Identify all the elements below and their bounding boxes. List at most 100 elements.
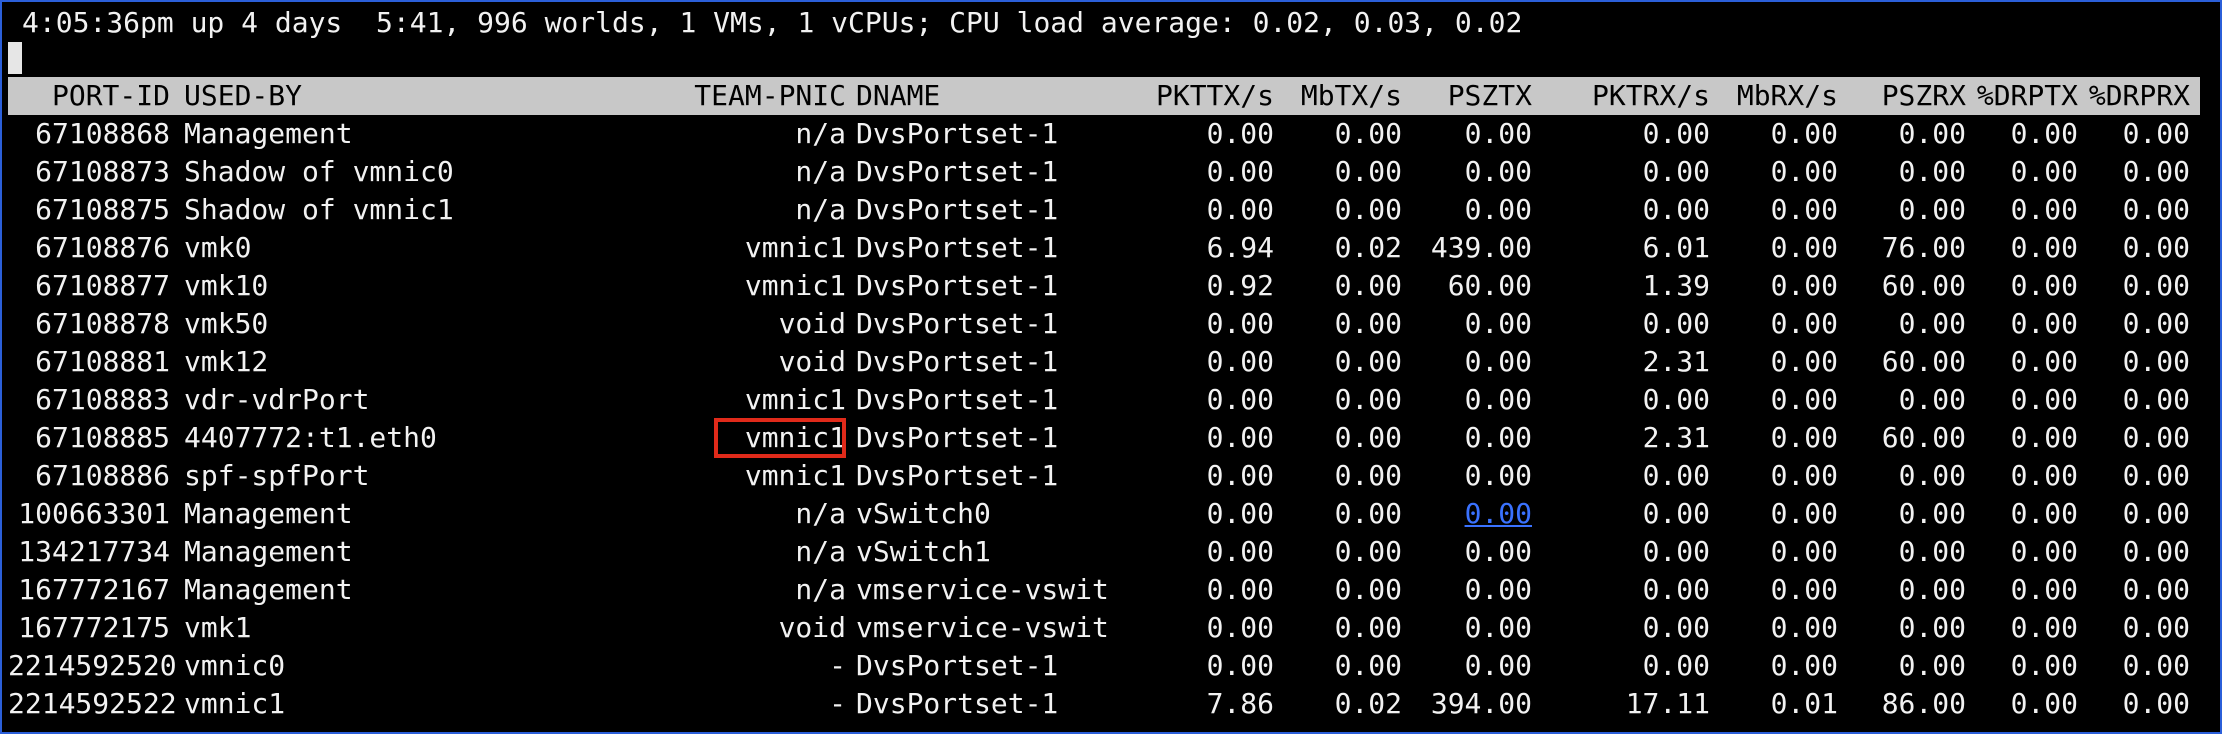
drptx-cell: 0.00 [2010, 535, 2078, 568]
used-by-cell: spf-spfPort [184, 459, 370, 492]
drptx-cell: 0.00 [2010, 573, 2078, 606]
pkttx-cell: 0.00 [1206, 611, 1274, 644]
pktrx-cell: 0.00 [1642, 307, 1710, 340]
pkttx-cell: 0.00 [1206, 573, 1274, 606]
pszrx-cell: 86.00 [1881, 687, 1966, 720]
terminal-window[interactable]: 4:05:36pm up 4 days 5:41, 996 worlds, 1 … [0, 0, 2222, 734]
table-row[interactable]: 67108883 vdr-vdrPort vmnic1 DvsPortset-1 0.0… [8, 381, 2200, 419]
mbtx-cell: 0.00 [1334, 535, 1402, 568]
table-row[interactable]: 67108885 4407772:t1.eth0 vmnic1 DvsPortset-… [8, 419, 2200, 457]
team-pnic-cell: n/a [795, 497, 846, 530]
mbrx-cell: 0.00 [1770, 459, 1838, 492]
team-pnic-cell: vmnic1 [744, 231, 846, 264]
table-row[interactable]: 2214592522 vmnic1 - DvsPortset-1 7.86 0.02 394… [8, 685, 2200, 723]
mbtx-cell: 0.00 [1334, 269, 1402, 302]
used-by-cell: vmnic0 [184, 649, 286, 682]
column-header-dname: DNAME [856, 79, 941, 112]
pkttx-cell: 0.00 [1206, 421, 1274, 454]
used-by-cell: Shadow of vmnic0 [184, 155, 454, 188]
drprx-cell: 0.00 [2122, 307, 2190, 340]
table-row[interactable]: 67108876 vmk0 vmnic1 DvsPortset-1 6.94 0.02 43… [8, 229, 2200, 267]
pktrx-cell: 0.00 [1642, 383, 1710, 416]
team-pnic-cell: - [829, 687, 846, 720]
mbrx-cell: 0.00 [1770, 649, 1838, 682]
table-row[interactable]: 67108886 spf-spfPort vmnic1 DvsPortset-1 0.0… [8, 457, 2200, 495]
drptx-cell: 0.00 [2010, 459, 2078, 492]
dname-cell: DvsPortset-1 [856, 421, 1059, 454]
mbtx-cell: 0.00 [1334, 421, 1402, 454]
table-row[interactable]: 167772167 Management n/a vmservice-vswit 0.0… [8, 571, 2200, 609]
drptx-cell: 0.00 [2010, 193, 2078, 226]
psztx-cell: 0.00 [1464, 307, 1532, 340]
table-row[interactable]: 2214592520 vmnic0 - DvsPortset-1 0.00 0.00 0.0… [8, 647, 2200, 685]
pszrx-cell: 0.00 [1898, 535, 1966, 568]
psztx-cell: 439.00 [1430, 231, 1532, 264]
port-id-cell: 167772167 [18, 573, 170, 606]
column-header-mbtx: MbTX/s [1300, 79, 1402, 112]
psztx-cell: 0.00 [1464, 193, 1532, 226]
column-header-drprx: %DRPRX [2088, 79, 2190, 112]
mbtx-cell: 0.00 [1334, 459, 1402, 492]
dname-cell: DvsPortset-1 [856, 649, 1059, 682]
used-by-cell: vdr-vdrPort [184, 383, 370, 416]
column-header-used-by: USED-BY [184, 79, 303, 112]
dname-cell: DvsPortset-1 [856, 193, 1059, 226]
used-by-cell: 4407772:t1.eth0 [184, 421, 437, 454]
port-id-cell: 67108873 [35, 155, 170, 188]
pkttx-cell: 0.00 [1206, 117, 1274, 150]
mbrx-cell: 0.00 [1770, 269, 1838, 302]
pszrx-cell: 0.00 [1898, 307, 1966, 340]
drprx-cell: 0.00 [2122, 535, 2190, 568]
team-pnic-cell: n/a [795, 573, 846, 606]
pszrx-cell: 0.00 [1898, 611, 1966, 644]
table-row[interactable]: 134217734 Management n/a vSwitch1 0.00 0.00 0.… [8, 533, 2200, 571]
pszrx-cell: 60.00 [1881, 421, 1966, 454]
pktrx-cell: 0.00 [1642, 193, 1710, 226]
terminal-cursor [8, 42, 22, 74]
pktrx-cell: 0.00 [1642, 573, 1710, 606]
pktrx-cell: 0.00 [1642, 459, 1710, 492]
table-row[interactable]: 100663301 Management n/a vSwitch0 0.00 0.00 0.… [8, 495, 2200, 533]
table-row[interactable]: 167772175 vmk1 void vmservice-vswit 0.00 0.00… [8, 609, 2200, 647]
mbtx-cell: 0.00 [1334, 649, 1402, 682]
table-row[interactable]: 67108868 Management n/a DvsPortset-1 0.00 0.0… [8, 115, 2200, 153]
table-header: PORT-ID USED-BY TEAM-PNIC DNAME PKTTX/s … [8, 77, 2200, 115]
used-by-cell: vmk50 [184, 307, 269, 340]
pktrx-cell: 0.00 [1642, 611, 1710, 644]
pktrx-cell: 0.00 [1642, 155, 1710, 188]
table-row[interactable]: 67108878 vmk50 void DvsPortset-1 0.00 0.00 0.0… [8, 305, 2200, 343]
table-row[interactable]: 67108877 vmk10 vmnic1 DvsPortset-1 0.92 0.00 6… [8, 267, 2200, 305]
used-by-cell: vmk0 [184, 231, 252, 264]
mbtx-cell: 0.00 [1334, 193, 1402, 226]
table-row[interactable]: 67108881 vmk12 void DvsPortset-1 0.00 0.00 0.0… [8, 343, 2200, 381]
mbrx-cell: 0.00 [1770, 345, 1838, 378]
pszrx-cell: 0.00 [1898, 193, 1966, 226]
drprx-cell: 0.00 [2122, 193, 2190, 226]
mbtx-cell: 0.02 [1334, 687, 1402, 720]
column-header-drptx: %DRPTX [1976, 79, 2078, 112]
port-id-cell: 67108885 [35, 421, 170, 454]
team-pnic-cell: n/a [795, 117, 846, 150]
pkttx-cell: 0.00 [1206, 345, 1274, 378]
drprx-cell: 0.00 [2122, 421, 2190, 454]
used-by-cell: vmk12 [184, 345, 269, 378]
mbrx-cell: 0.00 [1770, 117, 1838, 150]
drprx-cell: 0.00 [2122, 383, 2190, 416]
column-header-port-id: PORT-ID [51, 79, 170, 112]
pszrx-cell: 0.00 [1898, 155, 1966, 188]
pkttx-cell: 6.94 [1206, 231, 1274, 264]
psztx-cell: 0.00 [1464, 611, 1532, 644]
port-id-cell: 100663301 [18, 497, 170, 530]
drprx-cell: 0.00 [2122, 117, 2190, 150]
mbtx-cell: 0.02 [1334, 231, 1402, 264]
pktrx-cell: 0.00 [1642, 497, 1710, 530]
psztx-cell: 0.00 [1464, 155, 1532, 188]
dname-cell: DvsPortset-1 [856, 383, 1059, 416]
team-pnic-cell: void [778, 307, 846, 340]
drprx-cell: 0.00 [2122, 687, 2190, 720]
table-row[interactable]: 67108875 Shadow of vmnic1 n/a DvsPortset-1 0… [8, 191, 2200, 229]
psztx-link[interactable]: 0.00 [1402, 495, 1532, 533]
mbtx-cell: 0.00 [1334, 345, 1402, 378]
table-row[interactable]: 67108873 Shadow of vmnic0 n/a DvsPortset-1 0… [8, 153, 2200, 191]
port-id-cell: 67108868 [35, 117, 170, 150]
